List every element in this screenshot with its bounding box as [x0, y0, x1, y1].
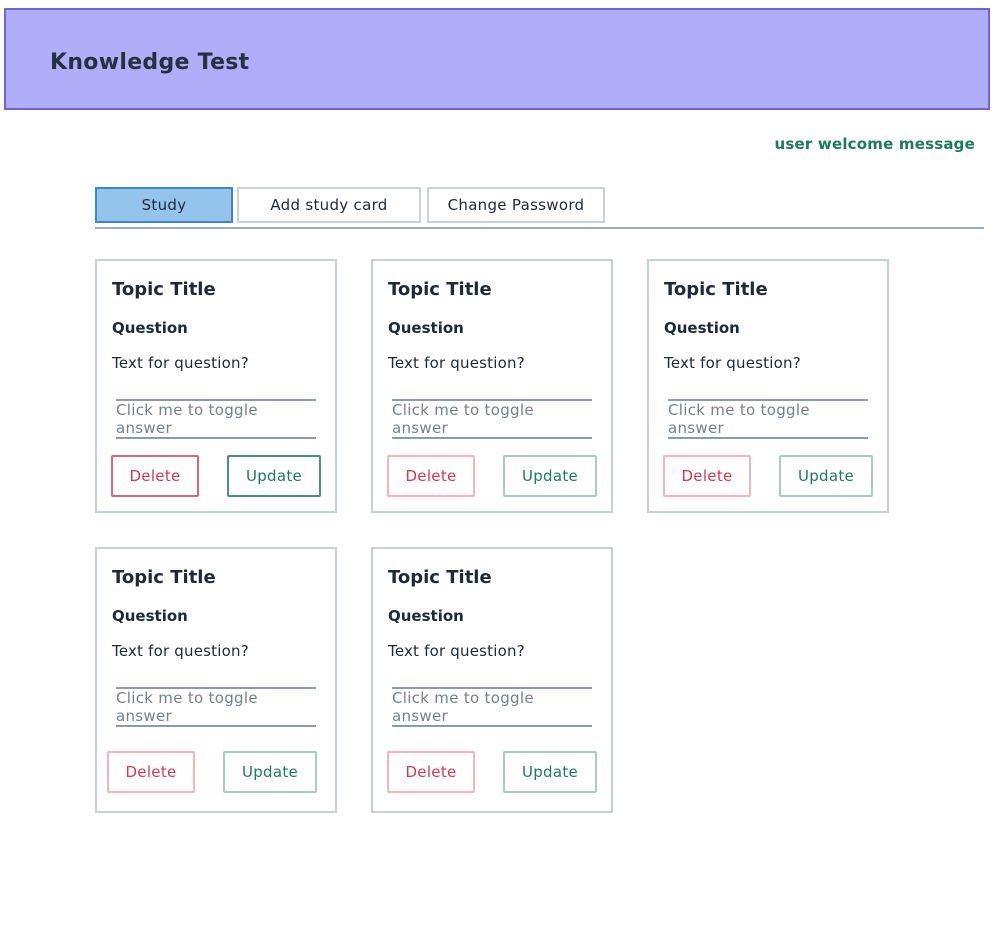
card-topic-title: Topic Title	[664, 279, 768, 300]
toggle-answer[interactable]: Click me to toggle answer	[392, 399, 592, 439]
card-question-label: Question	[388, 319, 464, 337]
update-button[interactable]: Update	[503, 455, 597, 497]
delete-button[interactable]: Delete	[387, 751, 475, 793]
study-card: Topic Title Question Text for question? …	[95, 547, 337, 813]
update-button[interactable]: Update	[779, 455, 873, 497]
tab-bar: Study Add study card Change Password	[95, 187, 984, 229]
toggle-answer[interactable]: Click me to toggle answer	[116, 399, 316, 439]
delete-button[interactable]: Delete	[107, 751, 195, 793]
toggle-answer[interactable]: Click me to toggle answer	[668, 399, 868, 439]
toggle-answer[interactable]: Click me to toggle answer	[116, 687, 316, 727]
card-question-text: Text for question?	[664, 354, 801, 372]
card-question-label: Question	[112, 607, 188, 625]
tab-study[interactable]: Study	[95, 187, 233, 223]
app-title: Knowledge Test	[50, 50, 250, 75]
study-card: Topic Title Question Text for question? …	[95, 259, 337, 513]
delete-button[interactable]: Delete	[111, 455, 199, 497]
tab-add-study-card[interactable]: Add study card	[237, 187, 421, 223]
update-button[interactable]: Update	[503, 751, 597, 793]
card-topic-title: Topic Title	[388, 279, 492, 300]
study-card: Topic Title Question Text for question? …	[371, 547, 613, 813]
user-welcome-message: user welcome message	[774, 135, 975, 153]
app-header: Knowledge Test	[4, 8, 990, 110]
update-button[interactable]: Update	[223, 751, 317, 793]
card-question-label: Question	[112, 319, 188, 337]
study-card: Topic Title Question Text for question? …	[371, 259, 613, 513]
toggle-answer[interactable]: Click me to toggle answer	[392, 687, 592, 727]
card-question-label: Question	[664, 319, 740, 337]
card-topic-title: Topic Title	[112, 567, 216, 588]
delete-button[interactable]: Delete	[663, 455, 751, 497]
update-button[interactable]: Update	[227, 455, 321, 497]
card-topic-title: Topic Title	[112, 279, 216, 300]
card-question-label: Question	[388, 607, 464, 625]
tab-change-password[interactable]: Change Password	[427, 187, 605, 223]
card-question-text: Text for question?	[388, 642, 525, 660]
card-question-text: Text for question?	[112, 354, 249, 372]
study-card: Topic Title Question Text for question? …	[647, 259, 889, 513]
delete-button[interactable]: Delete	[387, 455, 475, 497]
card-topic-title: Topic Title	[388, 567, 492, 588]
card-question-text: Text for question?	[112, 642, 249, 660]
card-question-text: Text for question?	[388, 354, 525, 372]
